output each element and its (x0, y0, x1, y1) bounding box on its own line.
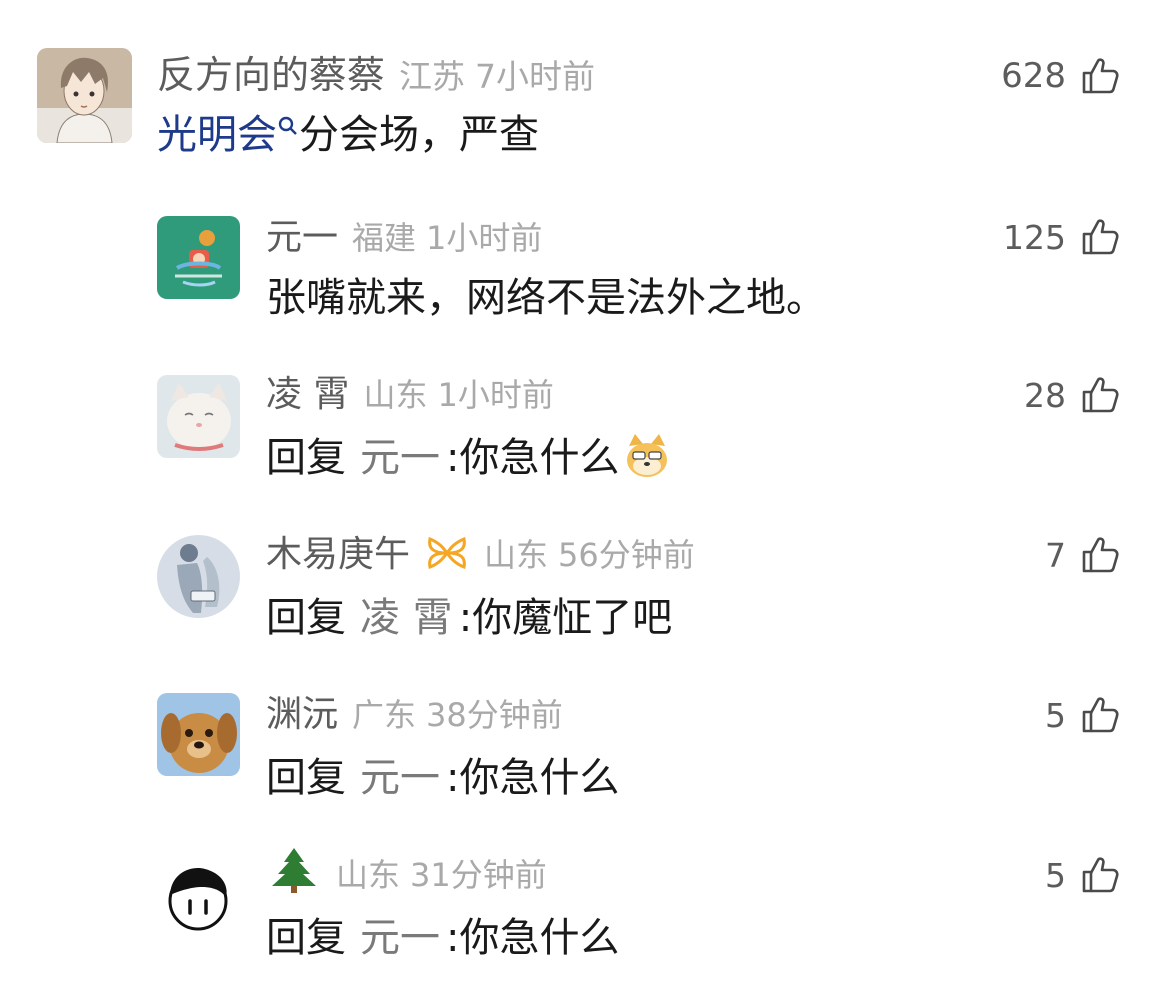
reply-item: 山东 31分钟前 5 回复 元一:你急什么 (0, 830, 1170, 1001)
username[interactable]: 元一 (266, 217, 338, 258)
reply-label: 回复 (266, 915, 346, 961)
reply-text: 回复 元一:你急什么 (266, 918, 619, 958)
like-button[interactable]: 628 (1001, 56, 1120, 96)
like-button[interactable]: 5 (1045, 695, 1120, 735)
reply-item: 元一 福建 1小时前 125 张嘴就来，网络不是法外之地。 (0, 190, 1170, 350)
like-button[interactable]: 125 (1003, 217, 1120, 257)
timestamp: 38分钟前 (426, 696, 563, 734)
reply-meta: 渊沅 广东 38分钟前 (266, 697, 563, 733)
avatar[interactable] (157, 375, 240, 458)
like-count: 28 (1024, 375, 1066, 415)
timestamp: 1小时前 (437, 376, 554, 414)
dog-avatar-icon (157, 693, 240, 776)
location: 广东 (352, 696, 417, 734)
reply-target-username[interactable]: 元一 (360, 435, 440, 481)
username[interactable]: 反方向的蔡蔡 (157, 53, 385, 97)
thumbs-up-icon (1080, 855, 1120, 895)
reply-meta: 凌 霄山东 1小时前 (266, 377, 554, 413)
location: 山东 (336, 856, 401, 894)
like-count: 7 (1045, 535, 1066, 575)
location: 江苏 (399, 57, 466, 96)
timestamp: 56分钟前 (558, 536, 695, 574)
username[interactable]: 凌 霄 (266, 374, 349, 415)
like-button[interactable]: 5 (1045, 855, 1120, 895)
reply-text: 回复 元一:你急什么 (266, 434, 671, 481)
doodle-face-avatar-icon (157, 855, 240, 938)
doge-emoji-icon (627, 434, 668, 477)
reply-label: 回复 (266, 755, 346, 801)
location: 山东 (484, 536, 549, 574)
comment-body: 分会场，严查 (299, 112, 539, 158)
reply-body: 张嘴就来，网络不是法外之地。 (266, 275, 826, 321)
like-count: 125 (1003, 217, 1066, 257)
like-button[interactable]: 28 (1024, 375, 1120, 415)
reply-label: 回复 (266, 595, 346, 641)
cat-avatar-icon (157, 375, 240, 458)
reply-body: :你急什么 (446, 755, 620, 801)
search-icon (278, 116, 297, 135)
tree-emoji-icon (272, 848, 316, 893)
timestamp: 7小时前 (475, 57, 596, 96)
main-comment: 反方向的蔡蔡 江苏 7小时前 628 光明会 分会场，严查 (0, 0, 1170, 190)
like-button[interactable]: 7 (1045, 535, 1120, 575)
avatar[interactable] (157, 216, 240, 299)
reply-meta: 木易庚午 山东 56分钟前 (266, 537, 695, 573)
location: 山东 (363, 376, 428, 414)
timestamp: 1小时前 (426, 219, 543, 257)
reply-body: :你魔怔了吧 (458, 595, 673, 641)
reply-meta: 山东 31分钟前 (266, 848, 547, 894)
comment-meta: 反方向的蔡蔡 江苏 7小时前 (157, 56, 595, 94)
comment-text: 光明会 分会场，严查 (157, 115, 539, 155)
avatar[interactable] (37, 48, 132, 143)
reply-body: :你急什么 (446, 915, 620, 961)
reply-text: 回复 元一:你急什么 (266, 758, 619, 798)
like-count: 5 (1045, 855, 1066, 895)
avatar[interactable] (157, 693, 240, 776)
reply-label: 回复 (266, 435, 346, 481)
reply-item: 木易庚午 山东 56分钟前 7 回复凌 霄:你魔怔了吧 (0, 510, 1170, 670)
thumbs-up-icon (1080, 56, 1120, 96)
like-count: 628 (1001, 56, 1066, 96)
thumbs-up-icon (1080, 375, 1120, 415)
reply-target-username[interactable]: 凌 霄 (360, 595, 453, 641)
avatar[interactable] (157, 535, 240, 618)
vip-badge-icon (428, 536, 466, 570)
reply-body: :你急什么 (446, 435, 620, 481)
thumbs-up-icon (1080, 695, 1120, 735)
thumbs-up-icon (1080, 535, 1120, 575)
username[interactable]: 木易庚午 (266, 534, 410, 575)
reply-item: 渊沅 广东 38分钟前 5 回复 元一:你急什么 (0, 670, 1170, 830)
reply-text: 张嘴就来，网络不是法外之地。 (266, 278, 826, 318)
sketch-avatar-icon (157, 535, 240, 618)
username[interactable]: 渊沅 (266, 694, 338, 735)
like-count: 5 (1045, 695, 1066, 735)
anime-boy-avatar-icon (37, 48, 132, 143)
avatar[interactable] (157, 855, 240, 938)
location: 福建 (352, 219, 417, 257)
reply-target-username[interactable]: 元一 (360, 915, 440, 961)
reply-target-username[interactable]: 元一 (360, 755, 440, 801)
timestamp: 31分钟前 (410, 856, 547, 894)
reply-item: 凌 霄山东 1小时前 28 回复 元一:你急什么 (0, 350, 1170, 510)
reply-meta: 元一 福建 1小时前 (266, 220, 542, 256)
topic-link[interactable]: 光明会 (157, 112, 277, 158)
thumbs-up-icon (1080, 217, 1120, 257)
reply-text: 回复凌 霄:你魔怔了吧 (266, 598, 672, 638)
cartoon-avatar-icon (157, 216, 240, 299)
